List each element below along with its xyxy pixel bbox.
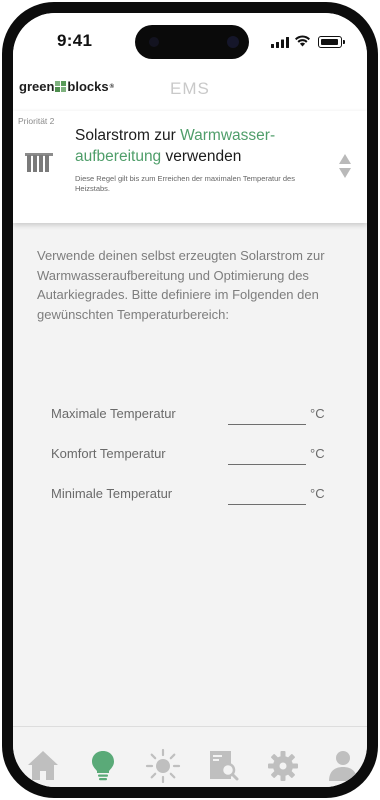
priority-arrows <box>338 154 352 178</box>
status-bar: 9:41 <box>13 13 367 67</box>
user-icon[interactable] <box>325 747 361 783</box>
rule-card[interactable]: Priorität 2 Solarstrom zur Warmwasser-au… <box>13 111 367 223</box>
logo-text-blocks: blocks <box>67 79 109 94</box>
logo-blocks-icon <box>55 81 67 92</box>
wifi-icon <box>295 35 310 47</box>
app-header: green blocks ® EMS <box>13 67 367 111</box>
comfort-temperature-unit: °C <box>310 446 325 461</box>
rule-title-part1: Solarstrom zur <box>75 127 181 144</box>
min-temperature-label: Minimale Temperatur <box>51 486 173 501</box>
comfort-temperature-row: Komfort Temperatur °C <box>51 443 331 467</box>
home-icon[interactable] <box>25 747 61 783</box>
comfort-temperature-input[interactable] <box>228 443 306 465</box>
priority-down-icon[interactable] <box>339 168 351 178</box>
max-temperature-input[interactable] <box>228 403 306 425</box>
max-temperature-row: Maximale Temperatur °C <box>51 403 331 427</box>
min-temperature-unit: °C <box>310 486 325 501</box>
greenblocks-logo: green blocks ® <box>19 79 114 94</box>
status-time: 9:41 <box>57 31 93 50</box>
rule-title-part2: verwenden <box>161 148 242 165</box>
page-title: EMS <box>170 79 210 98</box>
radiator-icon <box>25 153 53 172</box>
battery-icon <box>318 36 345 48</box>
max-temperature-unit: °C <box>310 406 325 421</box>
logo-text-green: green <box>19 79 55 94</box>
max-temperature-label: Maximale Temperatur <box>51 406 176 421</box>
cellular-signal-icon <box>271 37 289 48</box>
comfort-temperature-label: Komfort Temperatur <box>51 446 166 461</box>
priority-up-icon[interactable] <box>339 154 351 164</box>
min-temperature-input[interactable] <box>228 483 306 505</box>
screen: 9:41 green blocks ® EMS Priorität 2 Sola… <box>13 13 367 787</box>
priority-label: Priorität 2 <box>18 116 55 126</box>
rule-title: Solarstrom zur Warmwasser-aufbereitung v… <box>75 125 325 167</box>
logo-registered-mark: ® <box>109 83 115 90</box>
intro-text: Verwende deinen selbst erzeugten Solarst… <box>37 248 325 322</box>
dynamic-island <box>135 25 249 59</box>
sun-icon[interactable] <box>145 747 181 783</box>
phone-frame: 9:41 green blocks ® EMS Priorität 2 Sola… <box>2 2 378 798</box>
lightbulb-icon[interactable] <box>85 747 121 783</box>
min-temperature-row: Minimale Temperatur °C <box>51 483 331 507</box>
bottom-nav <box>13 726 367 787</box>
gear-icon[interactable] <box>265 747 301 783</box>
report-search-icon[interactable] <box>205 747 241 783</box>
rule-description: Diese Regel gilt bis zum Erreichen der m… <box>75 174 295 193</box>
